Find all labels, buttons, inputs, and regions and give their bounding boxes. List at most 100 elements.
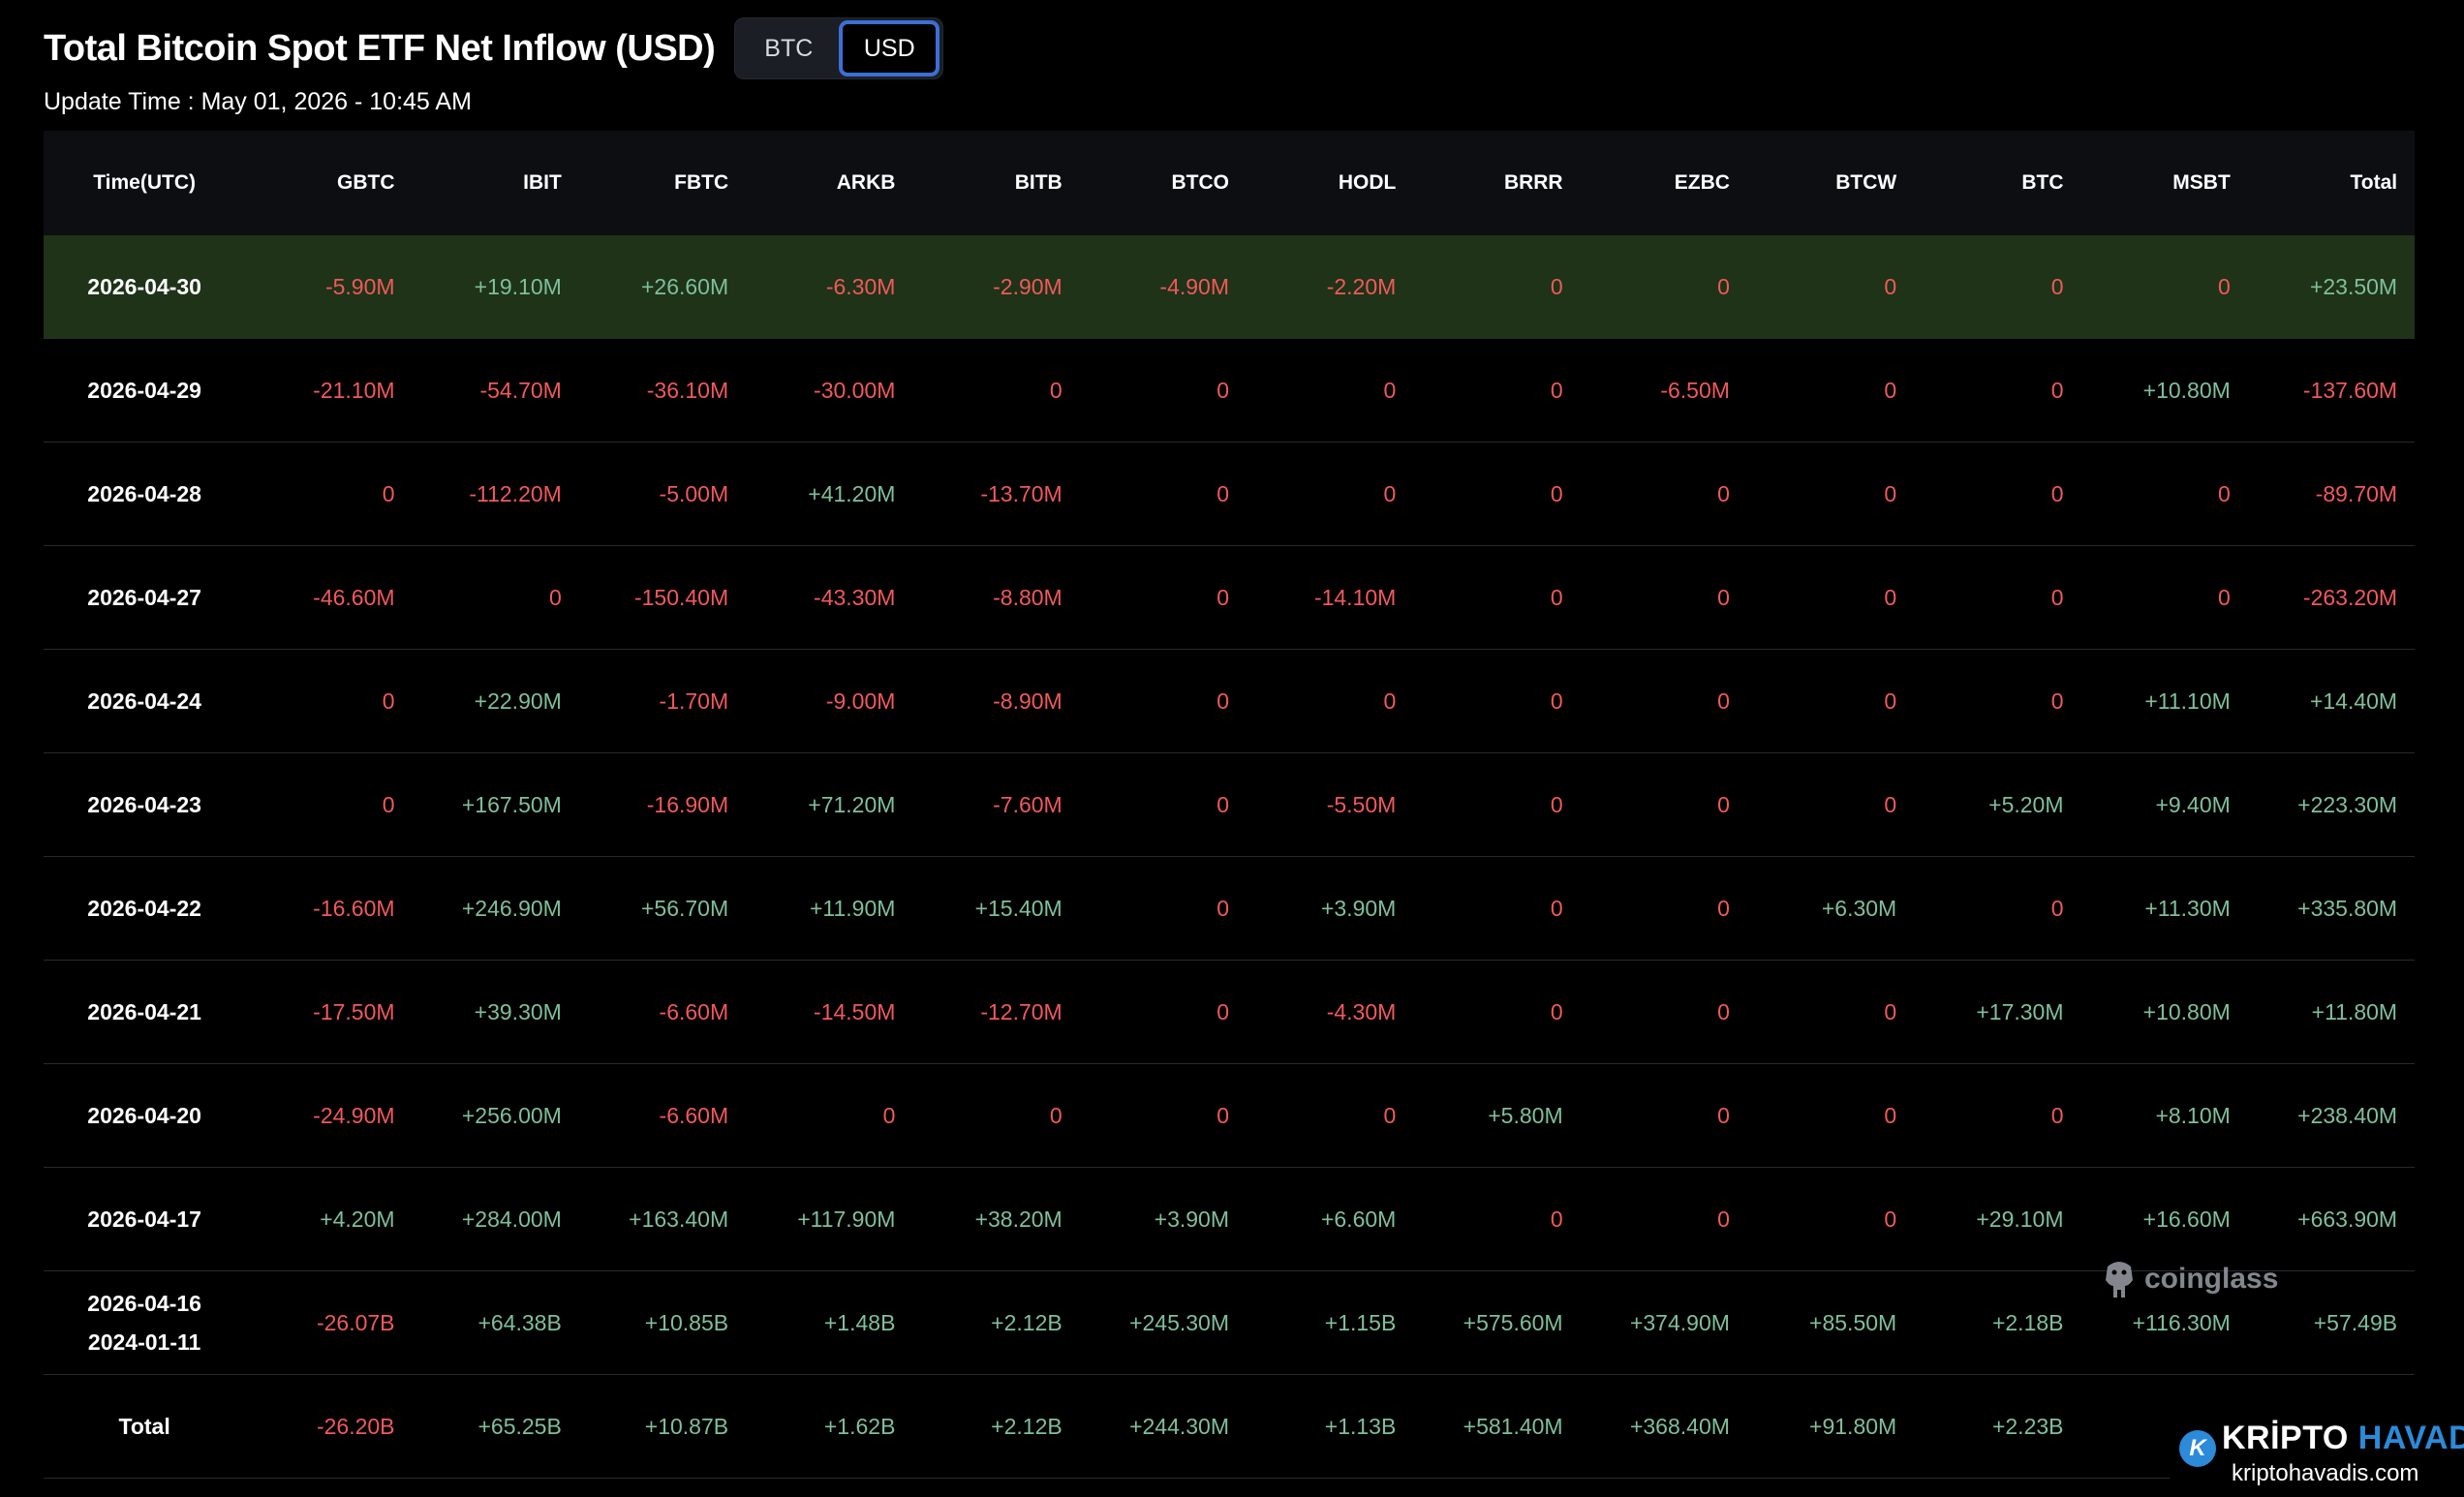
value-cell: -112.20M — [469, 480, 562, 506]
date-text: 2026-04-16 — [87, 1291, 201, 1316]
value-cell: +167.50M — [461, 791, 562, 817]
value-cell: +5.80M — [1488, 1102, 1563, 1128]
value-cell: -13.70M — [980, 480, 1063, 506]
value-cell: 0 — [1550, 480, 1563, 506]
value-cell: 0 — [1383, 377, 1397, 403]
value-cell: -7.60M — [993, 791, 1063, 817]
value-cell: 0 — [2218, 273, 2231, 299]
date-text: 2026-04-27 — [87, 585, 201, 610]
value-cell: 0 — [382, 791, 395, 817]
value-cell: 0 — [1550, 687, 1563, 714]
date-cell: 2026-04-27 — [44, 578, 245, 617]
value-cell: 0 — [1550, 998, 1563, 1024]
value-cell: -6.60M — [659, 1102, 729, 1128]
value-cell: -54.70M — [479, 377, 562, 403]
value-cell: -21.10M — [313, 377, 395, 403]
value-cell: +91.80M — [1809, 1413, 1897, 1439]
column-header: BRRR — [1503, 171, 1563, 194]
usd-toggle-button[interactable]: USD — [839, 20, 940, 76]
value-cell: 0 — [1217, 584, 1230, 610]
date-cell: 2026-04-24 — [44, 682, 245, 720]
coinglass-logo-icon — [2106, 1262, 2133, 1298]
date-cell: Total — [44, 1407, 245, 1446]
value-cell: +3.90M — [1154, 1206, 1230, 1232]
value-cell: 0 — [2218, 584, 2231, 610]
value-cell: 0 — [1550, 895, 1563, 921]
brand-badge: K KRİPTO HAVADİS kriptohavadis.com — [2170, 1406, 2464, 1497]
coinglass-watermark: coinglass — [2100, 1257, 2278, 1301]
page-header: Total Bitcoin Spot ETF Net Inflow (USD) … — [44, 17, 944, 79]
value-cell: +368.40M — [1629, 1413, 1730, 1439]
table-row: 2026-04-16 2024-01-11 -26.07B +64.38B +10.85… — [44, 1271, 2415, 1375]
column-header: GBTC — [337, 171, 395, 194]
value-cell: 0 — [1884, 1206, 1897, 1232]
value-cell: -16.90M — [646, 791, 729, 817]
column-header: FBTC — [674, 171, 729, 194]
value-cell: +10.80M — [2142, 998, 2231, 1024]
value-cell: +117.90M — [797, 1206, 896, 1232]
value-cell: +22.90M — [474, 687, 562, 714]
value-cell: +116.30M — [2132, 1309, 2231, 1335]
value-cell: 0 — [1550, 791, 1563, 817]
date-cell: 2026-04-22 — [44, 889, 245, 928]
value-cell: 0 — [1217, 998, 1230, 1024]
date-cell: 2026-04-28 — [44, 474, 245, 513]
value-cell: 0 — [1717, 480, 1730, 506]
value-cell: -26.07B — [316, 1309, 395, 1335]
value-cell: 0 — [2050, 687, 2064, 714]
value-cell: +56.70M — [640, 895, 729, 921]
value-cell: 0 — [549, 584, 562, 610]
value-cell: -4.90M — [1159, 273, 1230, 299]
value-cell: +223.30M — [2297, 791, 2398, 817]
value-cell: +8.10M — [2155, 1102, 2231, 1128]
value-cell: +1.62B — [823, 1413, 896, 1439]
value-cell: +245.30M — [1129, 1309, 1230, 1335]
value-cell: 0 — [1217, 480, 1230, 506]
value-cell: 0 — [2050, 584, 2064, 610]
table-row: 2026-04-28 0 -112.20M -5.00M +41.20M -13.70M 0… — [44, 443, 2415, 546]
value-cell: +4.20M — [320, 1206, 395, 1232]
column-header: BTCW — [1835, 171, 1897, 194]
value-cell: 0 — [1884, 791, 1897, 817]
value-cell: 0 — [1717, 273, 1730, 299]
column-header: EZBC — [1674, 171, 1730, 194]
table-body: 2026-04-30 -5.90M +19.10M +26.60M -6.30M -2.9… — [44, 235, 2415, 1479]
etf-flow-table: Time(UTC) GBTC IBIT FBTC ARKB BITB BTCO HODL BRR… — [44, 131, 2415, 1479]
value-cell: +64.38B — [477, 1309, 562, 1335]
date-text: 2026-04-20 — [87, 1103, 201, 1128]
table-row: Total -26.20B +65.25B +10.87B +1.62B +2.12B +2… — [44, 1375, 2415, 1479]
date-text: 2026-04-23 — [87, 792, 201, 817]
value-cell: 0 — [1550, 377, 1563, 403]
value-cell: -2.90M — [993, 273, 1063, 299]
value-cell: 0 — [2050, 1102, 2064, 1128]
value-cell: 0 — [1884, 377, 1897, 403]
table-row: 2026-04-27 -46.60M 0 -150.40M -43.30M -8.80M 0… — [44, 546, 2415, 650]
value-cell: 0 — [1884, 273, 1897, 299]
date-cell: 2026-04-16 2024-01-11 — [44, 1284, 245, 1361]
value-cell: 0 — [2050, 480, 2064, 506]
value-cell: 0 — [1884, 480, 1897, 506]
value-cell: 0 — [1717, 791, 1730, 817]
value-cell: +10.87B — [644, 1413, 729, 1439]
value-cell: 0 — [1717, 895, 1730, 921]
value-cell: +26.60M — [640, 273, 729, 299]
value-cell: 0 — [1717, 998, 1730, 1024]
update-time: Update Time : May 01, 2026 - 10:45 AM — [44, 88, 472, 115]
btc-toggle-button[interactable]: BTC — [738, 20, 839, 76]
value-cell: -17.50M — [313, 998, 395, 1024]
value-cell: +39.30M — [474, 998, 562, 1024]
value-cell: +2.18B — [1991, 1309, 2064, 1335]
value-cell: 0 — [882, 1102, 896, 1128]
value-cell: +2.12B — [991, 1413, 1063, 1439]
value-cell: 0 — [382, 687, 395, 714]
value-cell: 0 — [1717, 584, 1730, 610]
value-cell: 0 — [1884, 584, 1897, 610]
column-header: BITB — [1014, 171, 1063, 194]
value-cell: -5.90M — [324, 273, 395, 299]
value-cell: +10.85B — [644, 1309, 729, 1335]
value-cell: -89.70M — [2315, 480, 2398, 506]
value-cell: 0 — [2050, 895, 2064, 921]
value-cell: 0 — [1884, 1102, 1897, 1128]
value-cell: +9.40M — [2155, 791, 2231, 817]
date-cell: 2026-04-21 — [44, 993, 245, 1031]
